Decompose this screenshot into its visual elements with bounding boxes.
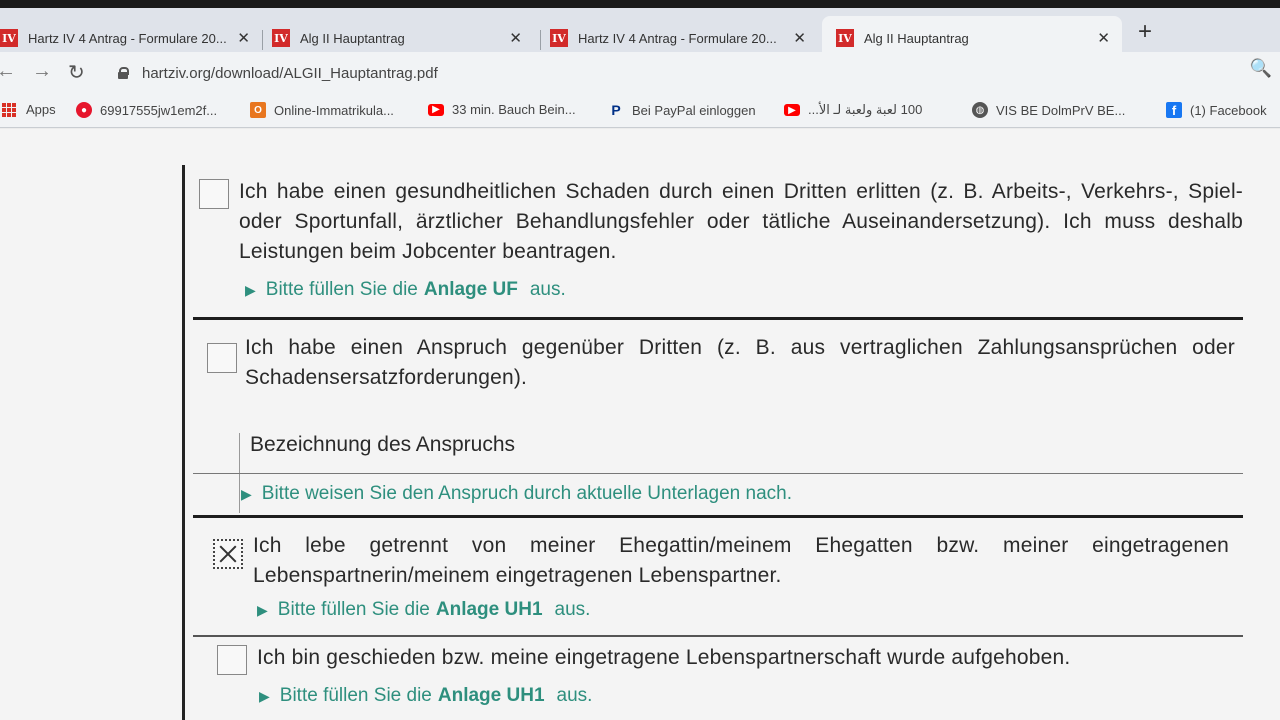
- section-divider: [193, 635, 1243, 637]
- bookmark-facebook[interactable]: f (1) Facebook: [1166, 102, 1267, 118]
- tab-title: Hartz IV 4 Antrag - Formulare 20...: [578, 30, 777, 46]
- arrow-right-icon: ▶: [257, 602, 268, 618]
- bookmark-youtube-2[interactable]: ▶ 100 لعبة ولعبة لـ الأ...: [784, 102, 922, 118]
- url-text: hartziv.org/download/ALGII_Hauptantrag.p…: [142, 64, 438, 82]
- item-2-hint: ▶ Bitte weisen Sie den Anspruch durch ak…: [241, 483, 792, 504]
- apps-grid-icon: [2, 102, 16, 117]
- bookmark-paypal[interactable]: P Bei PayPal einloggen: [608, 102, 755, 118]
- item-3-text: Ich lebe getrennt von meiner Ehegattin/m…: [253, 534, 1229, 587]
- arrow-right-icon: ▶: [241, 486, 252, 502]
- favicon-icon: IV: [836, 29, 854, 47]
- section-divider: [193, 515, 1243, 518]
- youtube-icon: ▶: [428, 103, 444, 116]
- anlage-uh1-link[interactable]: Anlage UH1: [438, 685, 545, 707]
- bookmark-youtube-1[interactable]: ▶ 33 min. Bauch Bein...: [428, 102, 576, 117]
- bookmark-weibo[interactable]: ● 69917555jw1em2f...: [76, 102, 217, 118]
- globe-icon: ◍: [972, 102, 988, 118]
- checkbox-gesundheitlicher-schaden[interactable]: [199, 179, 229, 209]
- arrow-right-icon: ▶: [259, 688, 270, 704]
- item-2-text: Ich habe einen Anspruch gegenüber Dritte…: [245, 336, 1235, 389]
- portal-icon: O: [250, 102, 266, 118]
- bookmark-immatrikulation[interactable]: O Online-Immatrikula...: [250, 102, 394, 118]
- paypal-icon: P: [611, 102, 621, 118]
- close-icon[interactable]: ✕: [1097, 29, 1110, 47]
- new-tab-icon[interactable]: +: [1138, 18, 1152, 46]
- field-label: Bezeichnung des Anspruchs: [250, 433, 516, 456]
- reload-icon[interactable]: ↻: [68, 60, 85, 85]
- tab-strip: IV Hartz IV 4 Antrag - Formulare 20... ✕…: [0, 0, 1280, 60]
- back-icon[interactable]: ←: [0, 60, 16, 83]
- facebook-icon: f: [1166, 102, 1182, 118]
- pdf-viewer: Ich habe einen gesundheitlichen Schaden …: [0, 129, 1280, 720]
- checkbox-getrennt-lebend[interactable]: [213, 539, 243, 569]
- favicon-icon: IV: [550, 29, 568, 47]
- tab-title: Alg II Hauptantrag: [300, 30, 405, 46]
- item-1-hint: ▶ Bitte füllen Sie die Anlage UF aus.: [245, 279, 566, 301]
- tab-title: Hartz IV 4 Antrag - Formulare 20...: [28, 30, 227, 46]
- item-4-text: Ich bin geschieden bzw. meine eingetrage…: [257, 646, 1071, 669]
- zoom-icon[interactable]: 🔍: [1250, 58, 1272, 79]
- close-icon[interactable]: ✕: [793, 29, 806, 47]
- youtube-icon: ▶: [784, 104, 800, 116]
- section-divider: [193, 317, 1243, 320]
- pdf-page: Ich habe einen gesundheitlichen Schaden …: [182, 165, 1252, 720]
- item-1-text: Ich habe einen gesundheitlichen Schaden …: [239, 180, 1243, 263]
- tab-separator: [540, 30, 541, 50]
- item-3-hint: ▶ Bitte füllen Sie die Anlage UH1 aus.: [257, 599, 591, 621]
- arrow-right-icon: ▶: [245, 282, 256, 298]
- address-bar[interactable]: hartziv.org/download/ALGII_Hauptantrag.p…: [100, 56, 1280, 90]
- favicon-icon: IV: [272, 29, 290, 47]
- checkbox-anspruch-dritte[interactable]: [207, 343, 237, 373]
- forward-icon[interactable]: →: [32, 60, 52, 83]
- anlage-uh1-link[interactable]: Anlage UH1: [436, 599, 543, 621]
- close-icon[interactable]: ✕: [509, 29, 522, 47]
- bookmark-apps[interactable]: Apps: [2, 102, 56, 117]
- weibo-icon: ●: [76, 102, 92, 118]
- tab-separator: [262, 30, 263, 50]
- bookmark-vis[interactable]: ◍ VIS BE DolmPrV BE...: [972, 102, 1125, 118]
- favicon-icon: IV: [0, 29, 18, 47]
- anlage-uf-link[interactable]: Anlage UF: [424, 279, 518, 301]
- lock-icon: [118, 67, 129, 79]
- browser-toolbar: ← → ↻ hartziv.org/download/ALGII_Hauptan…: [0, 52, 1280, 94]
- checkbox-geschieden[interactable]: [217, 645, 247, 675]
- bookmarks-bar: Apps ● 69917555jw1em2f... O Online-Immat…: [0, 94, 1280, 128]
- field-divider: [193, 473, 1243, 474]
- tab-title: Alg II Hauptantrag: [864, 30, 969, 46]
- item-4-hint: ▶ Bitte füllen Sie die Anlage UH1 aus.: [259, 685, 593, 707]
- close-icon[interactable]: ✕: [237, 29, 250, 47]
